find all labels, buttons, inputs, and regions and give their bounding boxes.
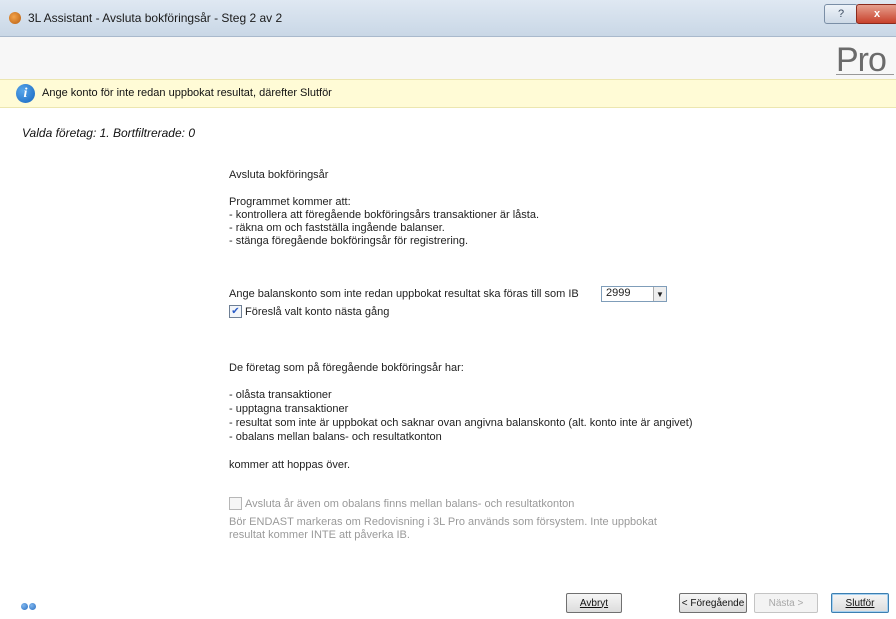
previous-button[interactable]: < Föregående	[679, 593, 747, 613]
app-icon	[9, 12, 21, 24]
window-titlebar: 3L Assistant - Avsluta bokföringsår - St…	[0, 0, 896, 37]
imbalance-note: resultat kommer INTE att påverka IB.	[229, 529, 410, 541]
skip-reason: - obalans mellan balans- och resultatkon…	[229, 431, 442, 443]
status-dot-icon	[21, 603, 28, 610]
imbalance-note: Bör ENDAST markeras om Redovisning i 3L …	[229, 516, 657, 528]
skip-intro: De företag som på föregående bokföringså…	[229, 362, 464, 374]
close-button[interactable]: x	[856, 4, 896, 24]
info-icon: i	[16, 84, 35, 103]
imbalance-label: Avsluta år även om obalans finns mellan …	[245, 498, 575, 510]
account-value: 2999	[606, 287, 631, 299]
finish-button[interactable]: Slutför	[831, 593, 889, 613]
account-combobox[interactable]: 2999 ▼	[601, 286, 667, 302]
skip-outro: kommer att hoppas över.	[229, 459, 351, 471]
next-button[interactable]: Nästa >	[754, 593, 818, 613]
next-label: Nästa >	[768, 597, 804, 609]
skip-reason: - upptagna transaktioner	[229, 403, 349, 415]
step-item: - räkna om och fastställa ingående balan…	[229, 222, 445, 234]
window-title: 3L Assistant - Avsluta bokföringsår - St…	[28, 11, 283, 25]
logo-underline	[836, 74, 894, 75]
status-dot-icon	[29, 603, 36, 610]
content-intro: Programmet kommer att:	[229, 196, 351, 208]
suggest-account-label: Föreslå valt konto nästa gång	[245, 306, 390, 318]
imbalance-checkbox[interactable]	[229, 497, 242, 510]
skip-reason: - resultat som inte är uppbokat och sakn…	[229, 417, 693, 429]
content-heading: Avsluta bokföringsår	[229, 169, 329, 181]
header-band	[0, 37, 896, 79]
finish-label: Slutför	[845, 597, 875, 609]
step-item: - stänga föregående bokföringsår för reg…	[229, 235, 469, 247]
previous-label: < Föregående	[681, 597, 745, 609]
account-prompt: Ange balanskonto som inte redan uppbokat…	[229, 288, 579, 300]
info-bar: i Ange konto för inte redan uppbokat res…	[0, 79, 896, 108]
help-button[interactable]: ?	[824, 4, 858, 24]
suggest-account-checkbox[interactable]: ✔	[229, 305, 242, 318]
step-item: - kontrollera att föregående bokföringså…	[229, 209, 539, 221]
status-indicator	[21, 601, 37, 613]
cancel-button[interactable]: Avbryt	[566, 593, 622, 613]
selection-status: Valda företag: 1. Bortfiltrerade: 0	[22, 126, 195, 140]
skip-reason: - olåsta transaktioner	[229, 389, 332, 401]
cancel-label: Avbryt	[579, 597, 609, 609]
info-message: Ange konto för inte redan uppbokat resul…	[42, 87, 332, 99]
chevron-down-icon[interactable]: ▼	[653, 287, 666, 301]
